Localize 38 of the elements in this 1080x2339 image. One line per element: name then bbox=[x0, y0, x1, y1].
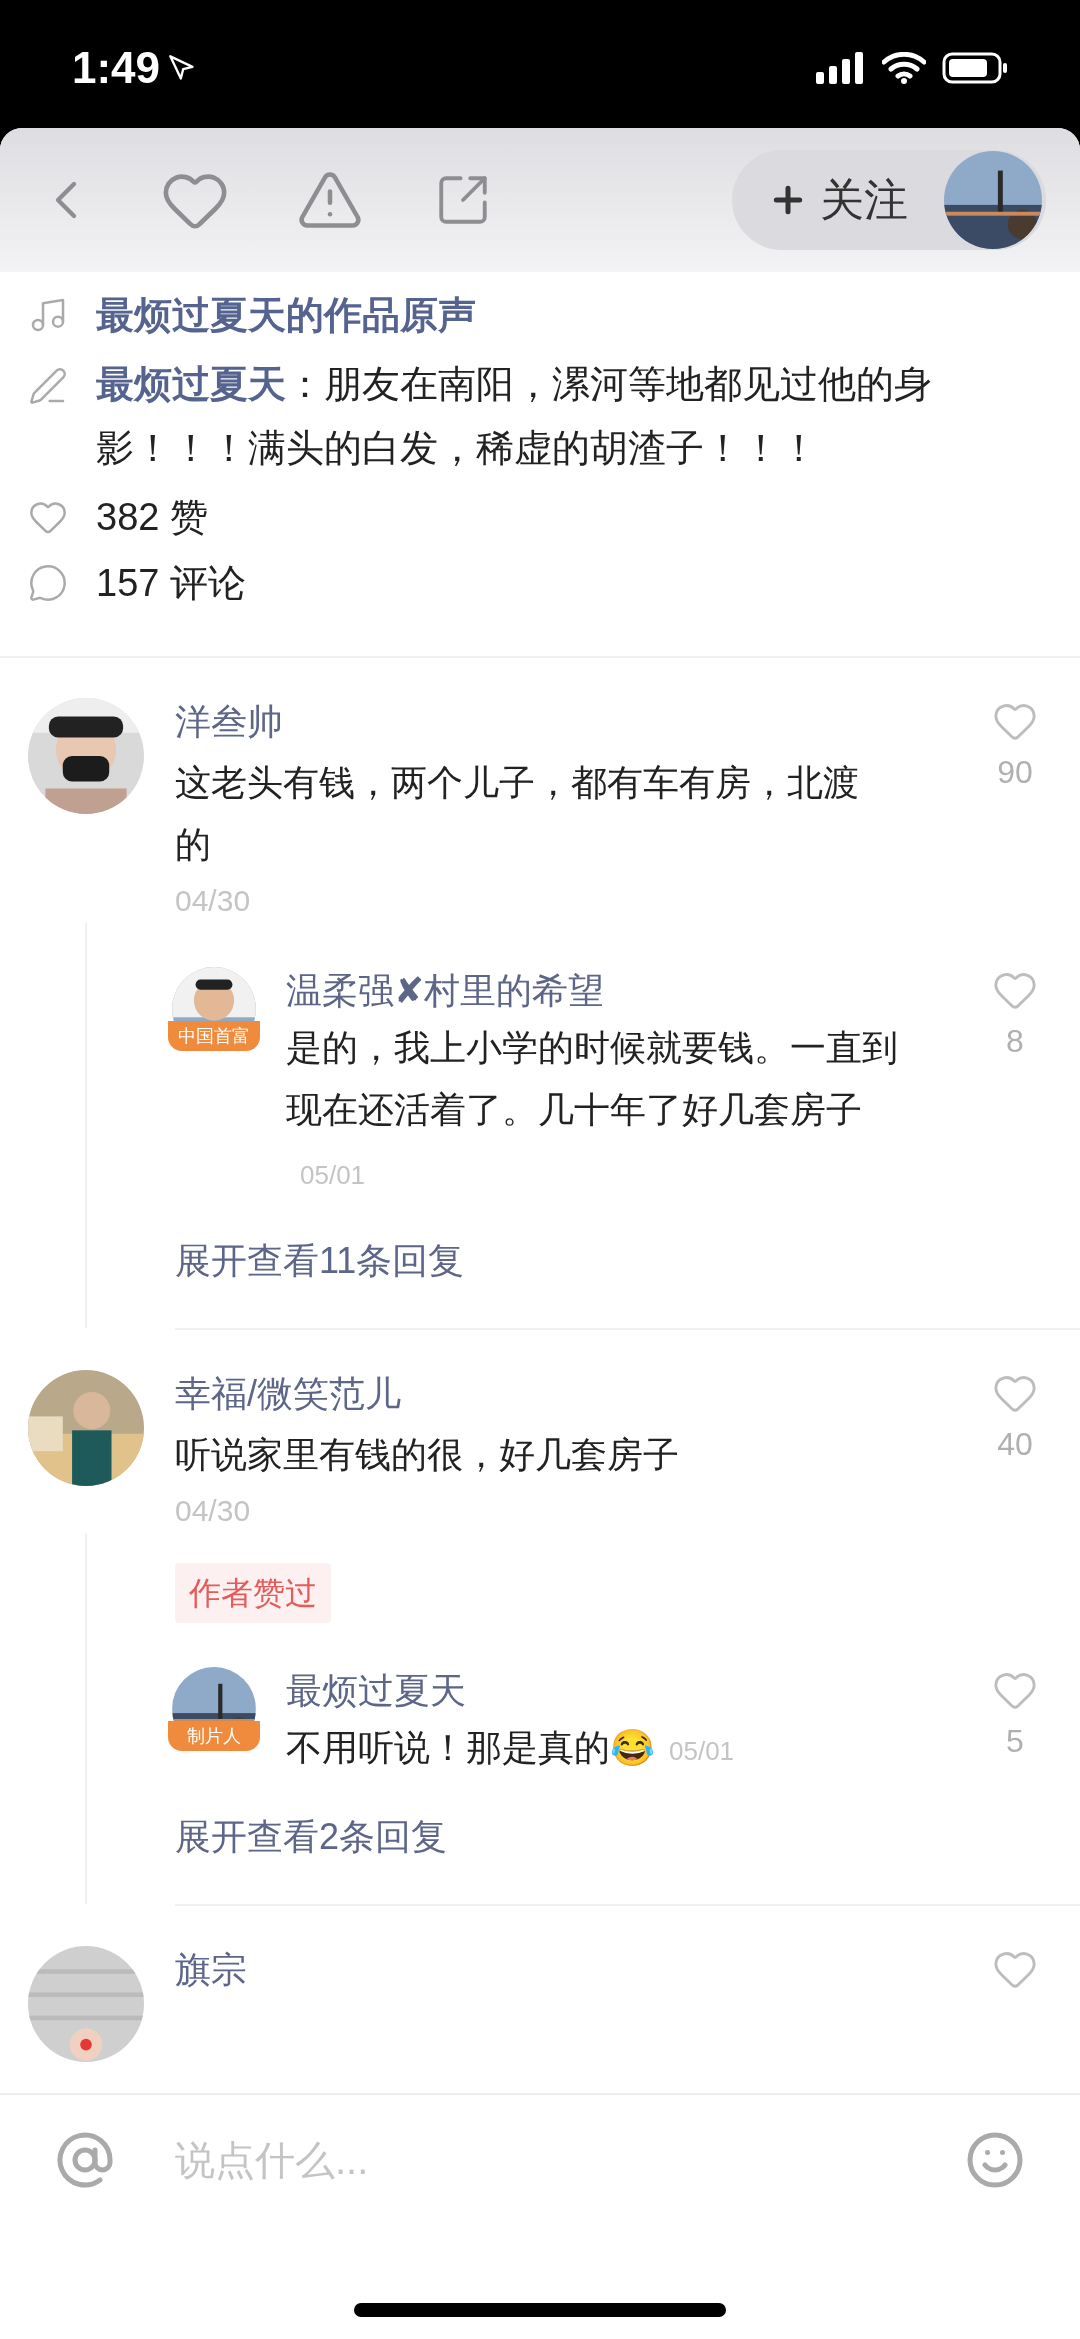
commenter-name[interactable]: 幸福/微笑范儿 bbox=[175, 1370, 970, 1418]
avatar-badge: 制片人 bbox=[168, 1721, 260, 1751]
location-icon bbox=[168, 54, 197, 82]
like-count: 40 bbox=[997, 1425, 1033, 1464]
expand-replies-link[interactable]: 展开查看11条回复 bbox=[175, 1234, 465, 1288]
commenter-name[interactable]: 旗宗 bbox=[175, 1946, 970, 1994]
comment-count: 157 评论 bbox=[96, 560, 246, 606]
battery-icon bbox=[942, 52, 1008, 84]
comment-text: 这老头有钱，两个儿子，都有车有房，北渡的 bbox=[175, 761, 860, 867]
author-link[interactable]: 最烦过夏天 bbox=[96, 363, 286, 405]
like-count: 8 bbox=[1006, 1022, 1024, 1061]
caption-text: 最烦过夏天：朋友在南阳，漯河等地都见过他的身影！！！满头的白发，稀虚的胡渣子！！！ bbox=[96, 362, 933, 471]
comment-text: 听说家里有钱的很，好几套房子 bbox=[175, 1433, 680, 1477]
reply-date: 05/01 bbox=[300, 1160, 366, 1190]
like-count: 382 赞 bbox=[96, 494, 208, 540]
reply-date: 05/01 bbox=[669, 1736, 735, 1766]
comment-icon bbox=[28, 563, 68, 603]
comment-date: 04/30 bbox=[175, 883, 252, 919]
pencil-icon bbox=[28, 366, 68, 406]
expand-replies-link[interactable]: 展开查看2条回复 bbox=[175, 1810, 448, 1864]
reply-text: 不用听说！那是真的😂 05/01 bbox=[286, 1726, 736, 1770]
sound-title[interactable]: 最烦过夏天的作品原声 bbox=[96, 286, 476, 344]
commenter-name[interactable]: 温柔强✘村里的希望 bbox=[286, 967, 970, 1015]
comment-input[interactable]: 说点什么... bbox=[175, 2130, 965, 2190]
commenter-name[interactable]: 最烦过夏天 bbox=[286, 1667, 970, 1715]
avatar-badge: 中国首富 bbox=[168, 1021, 260, 1051]
mention-icon[interactable] bbox=[55, 2130, 115, 2190]
reply-text: 是的，我上小学的时候就要钱。一直到现在还活着了。几十年了好几套房子 05/01 bbox=[286, 1026, 899, 1192]
follow-button[interactable]: 关注 bbox=[732, 150, 1046, 250]
emoji-icon[interactable] bbox=[965, 2130, 1025, 2190]
comment-date: 04/30 bbox=[175, 1493, 252, 1529]
signal-icon bbox=[816, 52, 866, 84]
like-count: 5 bbox=[1006, 1722, 1024, 1761]
author-liked-tag: 作者赞过 bbox=[175, 1563, 331, 1623]
like-count: 90 bbox=[997, 753, 1033, 792]
commenter-name[interactable]: 洋叁帅 bbox=[175, 698, 970, 746]
status-time: 1:49 bbox=[72, 42, 161, 94]
wifi-icon bbox=[882, 52, 926, 84]
